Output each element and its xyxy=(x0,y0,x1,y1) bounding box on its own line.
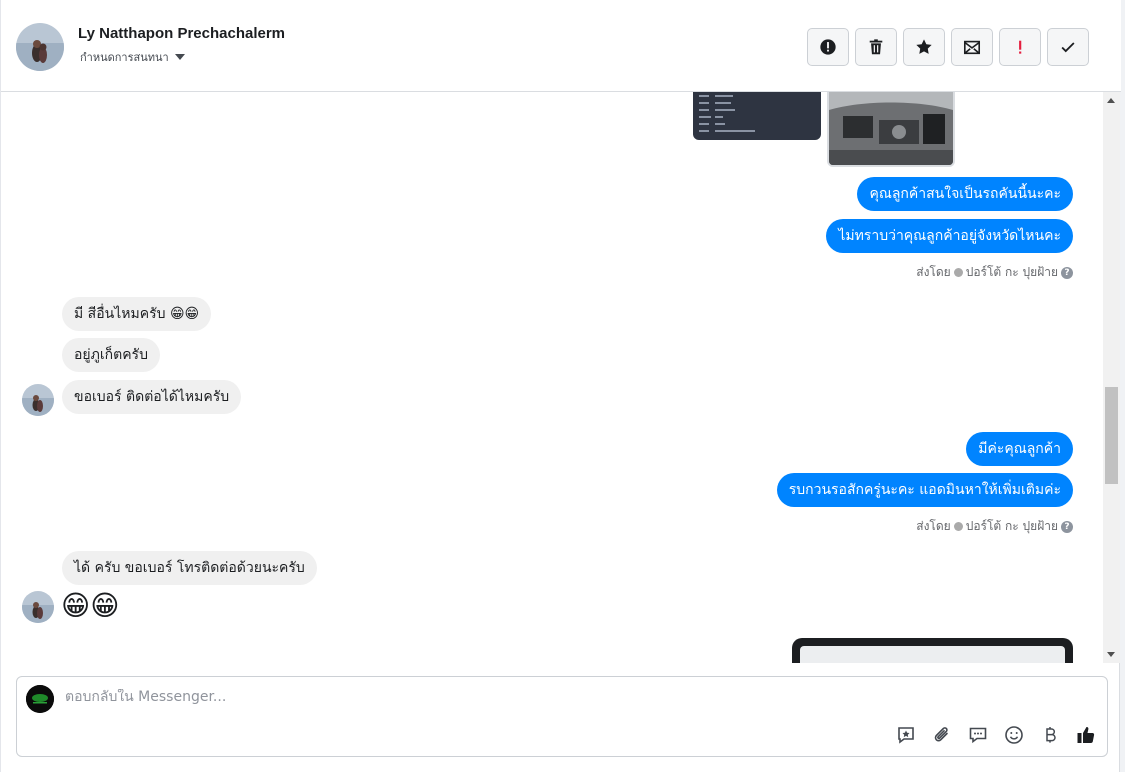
caret-down-icon xyxy=(174,54,185,60)
shared-image-partial[interactable] xyxy=(792,638,1073,663)
mark-done-button[interactable] xyxy=(1047,28,1089,66)
message-incoming[interactable]: ได้ ครับ ขอเบอร์ โทรติดต่อด้วยนะครับ xyxy=(62,551,317,585)
help-icon[interactable]: ? xyxy=(1061,266,1073,279)
baht-icon[interactable] xyxy=(1039,724,1061,746)
check-icon xyxy=(1061,42,1075,53)
page-avatar xyxy=(26,685,54,713)
page-admin-icon xyxy=(953,522,963,531)
follow-up-button[interactable] xyxy=(999,28,1041,66)
emoji-icon[interactable] xyxy=(1003,724,1025,746)
sender-name[interactable]: ปอร์โต้ กะ ปุยฝ้าย xyxy=(966,263,1058,282)
star-icon xyxy=(916,39,932,54)
assign-conversation-dropdown[interactable]: กำหนดการสนทนา xyxy=(80,48,185,66)
trash-icon xyxy=(869,39,883,55)
contact-avatar-small[interactable] xyxy=(22,591,54,623)
composer-tools xyxy=(895,724,1097,746)
message-incoming[interactable]: ขอเบอร์ ติดต่อได้ไหมครับ xyxy=(62,380,242,414)
sent-by-label: ส่งโดย xyxy=(916,265,951,279)
envelope-icon xyxy=(963,40,981,55)
chat-icon[interactable] xyxy=(967,724,989,746)
saved-reply-icon[interactable] xyxy=(895,724,917,746)
message-incoming[interactable]: มี สีอื่นไหมครับ 😁😁 xyxy=(62,297,212,331)
attachment-icon[interactable] xyxy=(931,724,953,746)
page-admin-icon xyxy=(953,268,963,277)
help-icon[interactable]: ? xyxy=(1061,520,1073,533)
message-outgoing[interactable]: คุณลูกค้าสนใจเป็นรถคันนี้นะคะ xyxy=(857,177,1073,211)
inbox-frame: Ly Natthapon Prechachalerm กำหนดการสนทนา xyxy=(0,0,1121,772)
shared-image-engine[interactable] xyxy=(827,92,955,167)
message-outgoing[interactable]: ไม่ทราบว่าคุณลูกค้าอยู่จังหวัดไหนคะ xyxy=(826,219,1073,253)
message-incoming[interactable]: อยู่ภูเก็ตครับ xyxy=(62,338,160,372)
reply-input[interactable] xyxy=(65,689,865,705)
assign-label: กำหนดการสนทนา xyxy=(80,51,169,64)
scroll-up-arrow[interactable] xyxy=(1107,98,1115,103)
contact-avatar-small[interactable] xyxy=(22,384,54,416)
conversation-header: Ly Natthapon Prechachalerm กำหนดการสนทนา xyxy=(1,0,1121,92)
message-outgoing[interactable]: รบกวนรอสักครู่นะคะ แอดมินหาให้เพิ่มเติมค… xyxy=(776,473,1073,507)
scroll-thumb[interactable] xyxy=(1105,387,1118,484)
contact-avatar[interactable] xyxy=(16,23,64,71)
exclamation-icon xyxy=(1019,40,1022,54)
grin-emoji-large[interactable]: 😁😁 xyxy=(61,590,119,622)
thumbs-up-icon[interactable] xyxy=(1075,724,1097,746)
reply-composer xyxy=(16,676,1108,757)
scroll-down-arrow[interactable] xyxy=(1107,652,1115,657)
message-scrollbar[interactable] xyxy=(1103,92,1120,663)
sender-name[interactable]: ปอร์โต้ กะ ปุยฝ้าย xyxy=(966,517,1058,536)
alert-icon xyxy=(820,39,836,55)
shared-image-document[interactable] xyxy=(693,92,821,140)
sent-by-info: ส่งโดย ปอร์โต้ กะ ปุยฝ้าย ? xyxy=(916,517,1073,536)
sent-by-label: ส่งโดย xyxy=(916,519,951,533)
mark-unread-button[interactable] xyxy=(951,28,993,66)
contact-name[interactable]: Ly Natthapon Prechachalerm xyxy=(78,25,285,42)
delete-button[interactable] xyxy=(855,28,897,66)
report-spam-button[interactable] xyxy=(807,28,849,66)
message-list[interactable]: คุณลูกค้าสนใจเป็นรถคันนี้นะคะ ไม่ทราบว่า… xyxy=(1,92,1103,663)
sent-by-info: ส่งโดย ปอร์โต้ กะ ปุยฝ้าย ? xyxy=(916,263,1073,282)
header-actions xyxy=(807,28,1089,66)
grin-emoji: 😁😁 xyxy=(169,306,200,322)
star-button[interactable] xyxy=(903,28,945,66)
message-text: มี สีอื่นไหมครับ xyxy=(74,306,166,322)
message-outgoing[interactable]: มีค่ะคุณลูกค้า xyxy=(966,432,1073,466)
